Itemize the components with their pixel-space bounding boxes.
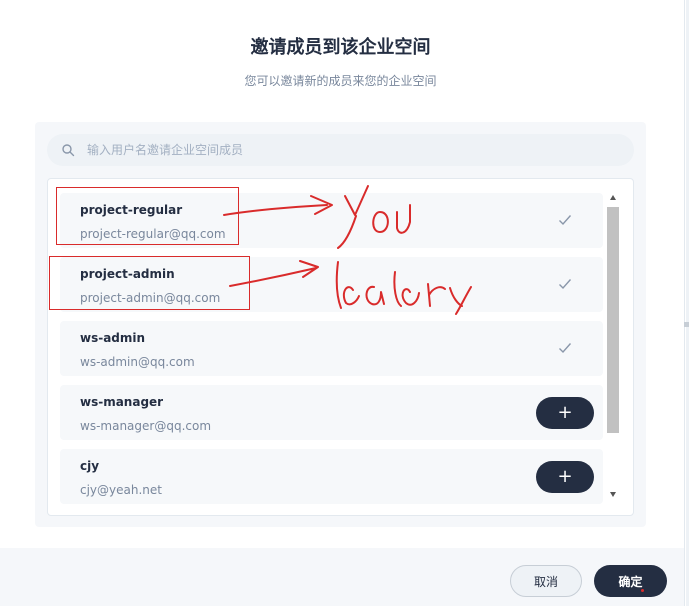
window-edge-line [684,0,685,606]
search-box[interactable] [47,134,634,166]
add-member-button[interactable]: + [536,397,594,429]
cursor-dot [641,589,644,592]
annotation-box-leader [49,256,250,310]
member-email: cjy@yeah.net [80,483,162,497]
list-item[interactable]: cjy cjy@yeah.net + [60,449,603,504]
scroll-down-arrow-icon[interactable] [610,492,616,497]
add-member-button[interactable]: + [536,461,594,493]
confirm-button[interactable]: 确定 [594,565,667,597]
annotation-box-you [56,187,239,245]
member-name: ws-admin [80,331,146,345]
check-icon [559,343,572,354]
list-item[interactable]: ws-admin ws-admin@qq.com [60,321,603,376]
dialog-title: 邀请成员到该企业空间 [250,37,431,58]
search-icon [62,144,75,157]
member-name: ws-manager [80,395,164,409]
search-input[interactable] [87,134,617,166]
scroll-thumb[interactable] [607,207,619,433]
plus-icon: + [557,402,573,423]
list-item[interactable]: ws-manager ws-manager@qq.com + [60,385,603,440]
check-icon [559,215,572,226]
scroll-up-arrow-icon[interactable] [610,195,616,200]
window-edge-notch [684,322,689,327]
list-scrollbar[interactable] [606,193,620,501]
dialog-subtitle: 您可以邀请新的成员来您的企业空间 [244,74,437,88]
plus-icon: + [557,466,573,487]
member-email: ws-manager@qq.com [80,419,212,433]
member-name: cjy [80,459,100,473]
member-email: ws-admin@qq.com [80,355,195,369]
check-icon [559,279,572,290]
cancel-button[interactable]: 取消 [510,565,582,597]
